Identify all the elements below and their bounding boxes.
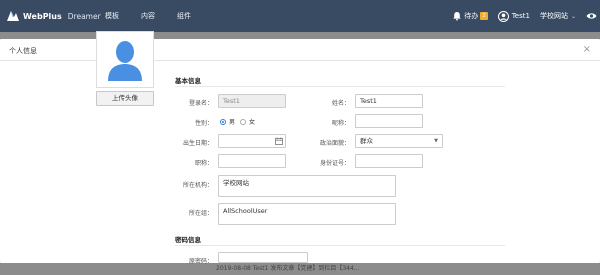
- nickname-label: 昵称：: [331, 120, 350, 127]
- calendar-icon[interactable]: [275, 137, 283, 145]
- politics-label: 政治面貌：: [319, 140, 350, 147]
- menu-item-template[interactable]: 模板: [105, 11, 119, 21]
- todo-count-badge: 2: [480, 12, 488, 20]
- radio-male[interactable]: [220, 118, 226, 125]
- navbar-right: 待办 2 Test1 学校网站 ⌄: [452, 0, 600, 32]
- group-label: 所在组：: [188, 210, 213, 217]
- old-password-label: 原密码：: [188, 258, 213, 265]
- top-navbar: WebPlus Dreamer 模板 内容 组件 待办 2 Test1 学校网站…: [0, 0, 600, 32]
- brand-name: WebPlus: [23, 11, 62, 21]
- eye-icon[interactable]: [586, 12, 597, 20]
- politics-value: 群众: [360, 137, 373, 145]
- modal-header: 个人信息 ×: [0, 39, 600, 61]
- gender-label: 性别：: [194, 120, 213, 127]
- menu-item-component[interactable]: 组件: [177, 11, 191, 21]
- basic-info-heading: 基本信息: [175, 77, 201, 85]
- bell-icon[interactable]: [452, 11, 462, 21]
- birthday-field[interactable]: [218, 134, 286, 148]
- password-info-heading: 密码信息: [175, 236, 201, 244]
- section-divider: [175, 86, 505, 87]
- birthday-label: 出生日期：: [182, 140, 213, 147]
- todo-label[interactable]: 待办: [464, 11, 478, 21]
- radio-female[interactable]: [240, 118, 246, 125]
- title-label: 职称：: [194, 160, 213, 167]
- avatar: [96, 31, 154, 88]
- chevron-down-icon: ▼: [434, 138, 438, 144]
- name-label: 姓名：: [331, 100, 350, 107]
- name-field[interactable]: Test1: [355, 94, 423, 108]
- gender-female-option[interactable]: 女: [240, 117, 255, 126]
- background-activity-text: 2019-08-08 Test1 发布文章【党建】到栏目【344...: [216, 265, 360, 272]
- old-password-field[interactable]: [218, 252, 308, 263]
- close-icon[interactable]: ×: [583, 44, 591, 55]
- brand[interactable]: WebPlus Dreamer: [6, 9, 101, 23]
- gender-male-label: 男: [229, 119, 236, 126]
- site-switcher[interactable]: 学校网站: [540, 11, 568, 21]
- org-label: 所在机构：: [182, 182, 213, 189]
- menu-item-content[interactable]: 内容: [141, 11, 155, 21]
- profile-modal: 个人信息 ×: [0, 39, 600, 263]
- org-field[interactable]: 学校网站: [218, 175, 396, 197]
- login-name-label: 登录名：: [188, 100, 213, 107]
- chevron-down-icon[interactable]: ⌄: [571, 13, 576, 20]
- user-avatar-icon[interactable]: [497, 10, 509, 22]
- brand-subtitle: Dreamer: [67, 11, 101, 21]
- gender-female-label: 女: [249, 119, 256, 126]
- upload-avatar-button[interactable]: 上传头像: [96, 91, 154, 106]
- section-divider: [175, 245, 505, 246]
- group-field[interactable]: AllSchoolUser: [218, 203, 396, 225]
- idcard-field[interactable]: [355, 154, 423, 168]
- user-silhouette-icon: [108, 41, 142, 81]
- idcard-label: 身份证号：: [319, 160, 350, 167]
- nickname-field[interactable]: [355, 114, 423, 128]
- politics-select[interactable]: 群众 ▼: [355, 134, 443, 148]
- user-name[interactable]: Test1: [512, 12, 530, 20]
- gender-male-option[interactable]: 男: [220, 117, 235, 126]
- title-field[interactable]: [218, 154, 286, 168]
- login-name-field: Test1: [218, 94, 286, 108]
- main-menu: 模板 内容 组件: [105, 11, 213, 21]
- webplus-logo-icon: [7, 11, 19, 21]
- modal-title: 个人信息: [9, 47, 37, 55]
